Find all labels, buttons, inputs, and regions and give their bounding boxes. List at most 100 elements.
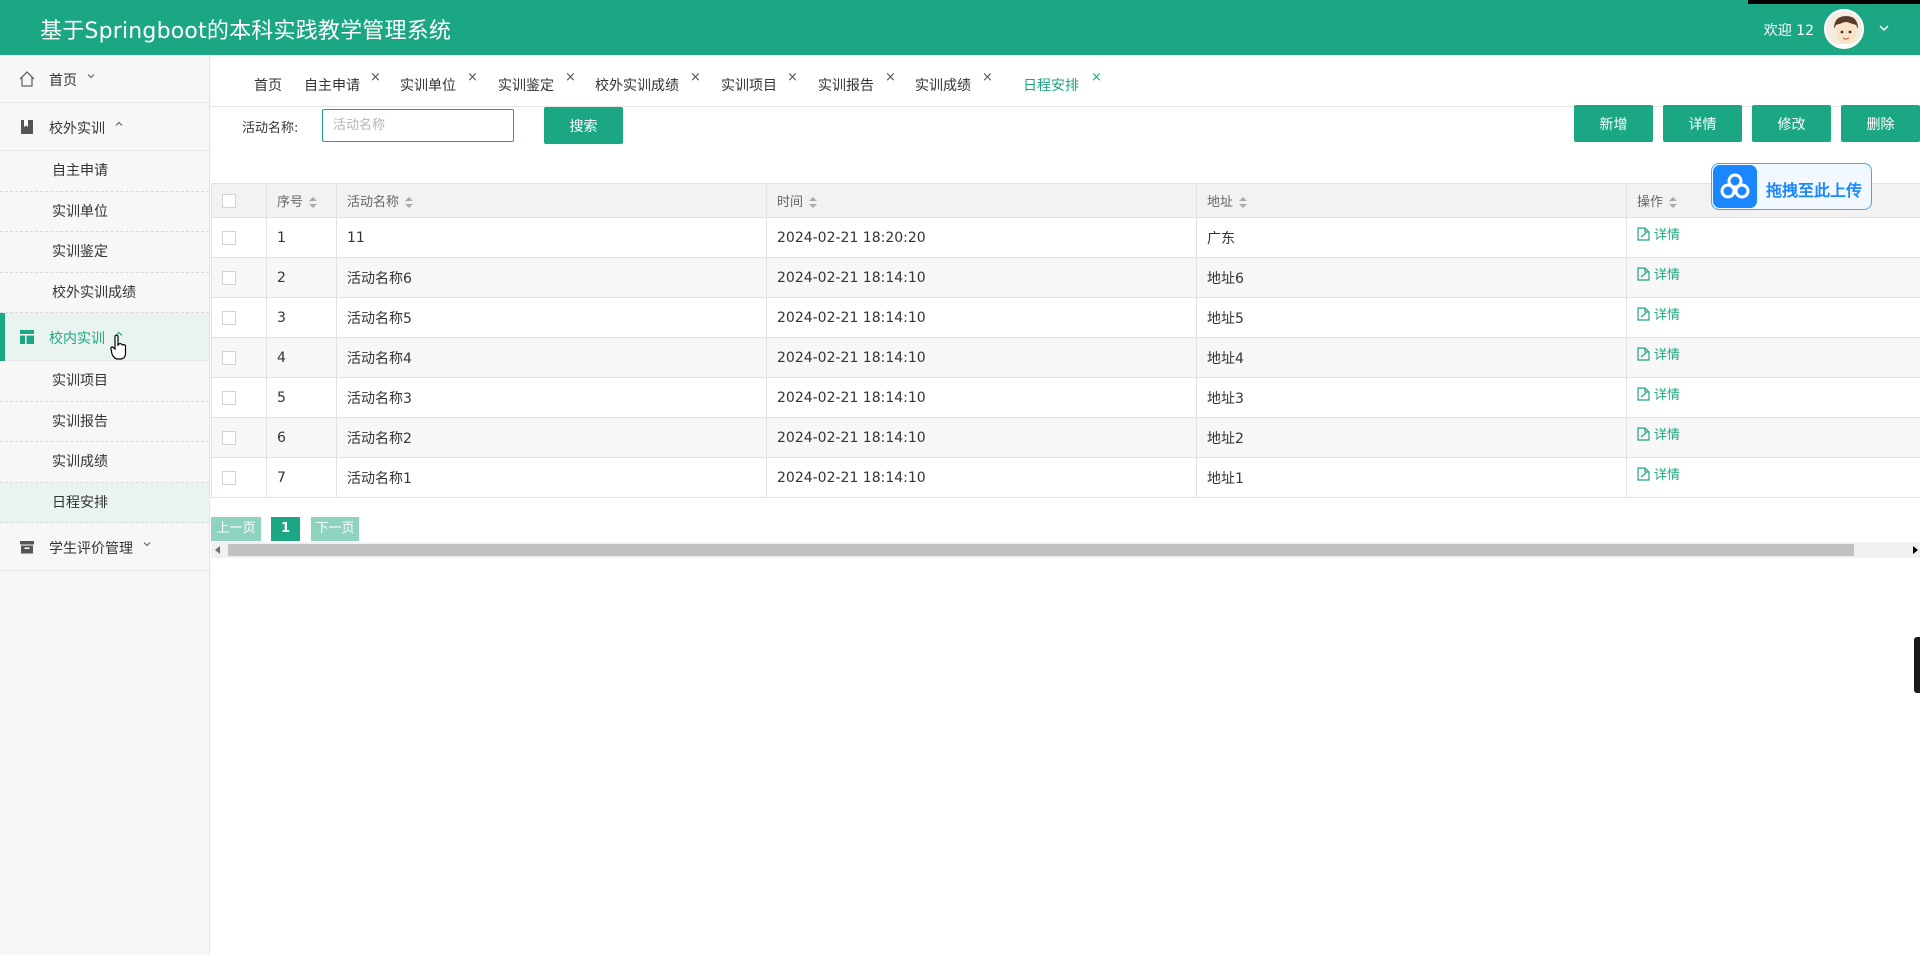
cell-activity-name: 活动名称5 [336, 297, 767, 338]
select-all-checkbox[interactable] [222, 193, 236, 208]
sidebar-item-training-project[interactable]: 实训项目 [0, 361, 209, 402]
cell-time: 2024-02-21 18:14:10 [766, 417, 1197, 458]
next-page-button[interactable]: 下一页 [311, 517, 359, 541]
sidebar-item-external-grades[interactable]: 校外实训成绩 [0, 273, 209, 313]
page-number-current[interactable]: 1 [271, 517, 300, 541]
row-detail-link[interactable]: 详情 [1637, 467, 1680, 483]
sidebar-group-internal-training[interactable]: 校内实训 [0, 313, 209, 361]
cell-operation: 详情 [1626, 337, 1920, 378]
column-header-activity-name[interactable]: 活动名称 [336, 183, 767, 218]
row-detail-link[interactable]: 详情 [1637, 347, 1680, 363]
hand-cursor-icon [110, 334, 127, 360]
document-icon [1637, 387, 1650, 401]
horizontal-scrollbar[interactable] [211, 542, 1920, 558]
close-icon[interactable]: × [467, 70, 478, 85]
table-row[interactable]: 6 活动名称2 2024-02-21 18:14:10 地址2 详情 [211, 417, 1920, 458]
user-menu-chevron-down-icon[interactable] [1878, 22, 1890, 34]
sidebar-group-home[interactable]: 首页 [0, 55, 209, 103]
row-detail-link[interactable]: 详情 [1637, 267, 1680, 283]
upload-badge-text: 拖拽至此上传 [1766, 181, 1863, 200]
close-icon[interactable]: × [370, 70, 381, 85]
add-button[interactable]: 新增 [1574, 105, 1653, 142]
table-row[interactable]: 7 活动名称1 2024-02-21 18:14:10 地址1 详情 [211, 457, 1920, 498]
table-row[interactable]: 5 活动名称3 2024-02-21 18:14:10 地址3 详情 [211, 377, 1920, 418]
sort-icon[interactable] [309, 197, 318, 208]
row-detail-link[interactable]: 详情 [1637, 387, 1680, 403]
table-row[interactable]: 3 活动名称5 2024-02-21 18:14:10 地址5 详情 [211, 297, 1920, 338]
tab-home[interactable]: 首页 [254, 75, 282, 95]
cell-time: 2024-02-21 18:14:10 [766, 377, 1197, 418]
sidebar-item-schedule[interactable]: 日程安排 [0, 482, 209, 523]
sidebar-group-student-evaluation[interactable]: 学生评价管理 [0, 523, 209, 571]
row-checkbox[interactable] [222, 310, 236, 325]
scroll-right-arrow-icon[interactable] [1913, 546, 1918, 554]
sidebar-group-label: 校外实训 [49, 121, 105, 137]
cell-no: 4 [266, 337, 337, 378]
edit-button[interactable]: 修改 [1752, 105, 1831, 142]
close-icon[interactable]: × [1091, 70, 1102, 85]
search-button[interactable]: 搜索 [544, 107, 623, 144]
cell-time: 2024-02-21 18:14:10 [766, 297, 1197, 338]
chevron-up-icon [115, 121, 123, 126]
row-checkbox[interactable] [222, 350, 236, 365]
tab-training-unit[interactable]: 实训单位 × [400, 70, 478, 95]
row-select-cell [211, 257, 267, 298]
cell-no: 3 [266, 297, 337, 338]
column-header-no[interactable]: 序号 [266, 183, 337, 218]
cell-no: 5 [266, 377, 337, 418]
row-detail-link[interactable]: 详情 [1637, 227, 1680, 243]
table-row[interactable]: 2 活动名称6 2024-02-21 18:14:10 地址6 详情 [211, 257, 1920, 298]
row-checkbox[interactable] [222, 390, 236, 405]
cell-time: 2024-02-21 18:14:10 [766, 257, 1197, 298]
row-checkbox[interactable] [222, 230, 236, 245]
close-icon[interactable]: × [690, 70, 701, 85]
cell-no: 2 [266, 257, 337, 298]
activity-name-search-input[interactable] [322, 109, 514, 142]
sidebar-item-self-apply[interactable]: 自主申请 [0, 151, 209, 192]
column-header-time[interactable]: 时间 [766, 183, 1197, 218]
tab-self-apply[interactable]: 自主申请 × [304, 70, 381, 95]
sort-icon[interactable] [1239, 197, 1248, 208]
sort-icon[interactable] [405, 197, 414, 208]
tab-training-project[interactable]: 实训项目 × [721, 70, 798, 95]
table-header-row: 序号 活动名称 时间 地址 操作 [211, 183, 1920, 218]
close-icon[interactable]: × [885, 70, 896, 85]
vertical-scroll-handle[interactable] [1914, 637, 1920, 693]
scrollbar-thumb[interactable] [228, 544, 1854, 556]
document-icon [1637, 307, 1650, 321]
close-icon[interactable]: × [787, 70, 798, 85]
cell-operation: 详情 [1626, 377, 1920, 418]
tab-training-appraisal[interactable]: 实训鉴定 × [498, 70, 576, 95]
sort-icon[interactable] [1669, 197, 1678, 208]
row-detail-link[interactable]: 详情 [1637, 307, 1680, 323]
tab-training-grades[interactable]: 实训成绩 × [915, 70, 993, 95]
sidebar-item-training-report[interactable]: 实训报告 [0, 402, 209, 442]
delete-button[interactable]: 删除 [1841, 105, 1920, 142]
table-row[interactable]: 1 11 2024-02-21 18:20:20 广东 详情 [211, 217, 1920, 258]
drag-upload-badge[interactable]: 拖拽至此上传 [1711, 163, 1872, 210]
table-row[interactable]: 4 活动名称4 2024-02-21 18:14:10 地址4 详情 [211, 337, 1920, 378]
cell-activity-name: 活动名称4 [336, 337, 767, 378]
sidebar-group-external-training[interactable]: 校外实训 [0, 103, 209, 151]
row-detail-link[interactable]: 详情 [1637, 427, 1680, 443]
sidebar-item-training-unit[interactable]: 实训单位 [0, 192, 209, 232]
close-icon[interactable]: × [565, 70, 576, 85]
avatar[interactable] [1824, 9, 1864, 49]
cell-address: 地址6 [1196, 257, 1627, 298]
sort-icon[interactable] [809, 197, 818, 208]
scroll-left-arrow-icon[interactable] [215, 546, 220, 554]
row-checkbox[interactable] [222, 430, 236, 445]
detail-button[interactable]: 详情 [1663, 105, 1742, 142]
column-header-address[interactable]: 地址 [1196, 183, 1627, 218]
close-icon[interactable]: × [982, 70, 993, 85]
sidebar-item-training-grades[interactable]: 实训成绩 [0, 442, 209, 483]
row-checkbox[interactable] [222, 270, 236, 285]
prev-page-button[interactable]: 上一页 [211, 517, 261, 541]
sidebar-item-training-appraisal[interactable]: 实训鉴定 [0, 232, 209, 273]
chevron-down-icon [87, 74, 95, 79]
tab-training-report[interactable]: 实训报告 × [818, 70, 896, 95]
tab-schedule[interactable]: 日程安排 × [1023, 70, 1102, 95]
row-checkbox[interactable] [222, 470, 236, 485]
tab-external-grades[interactable]: 校外实训成绩 × [595, 70, 701, 95]
home-icon [19, 71, 35, 87]
